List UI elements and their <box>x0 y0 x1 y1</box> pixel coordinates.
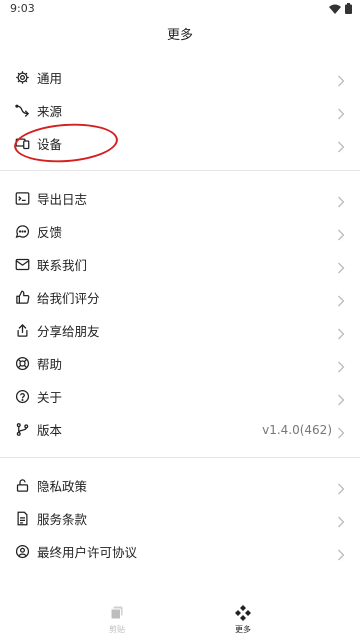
document-icon <box>14 511 30 527</box>
chevron-right-icon <box>337 105 345 119</box>
diamond-grid-icon <box>213 605 273 621</box>
menu-item-help[interactable]: 帮助 <box>0 347 360 380</box>
menu-item-eula[interactable]: 最终用户许可协议 <box>0 535 360 568</box>
menu-item-feedback[interactable]: 反馈 <box>0 215 360 248</box>
menu-item-label: 版本 <box>37 423 63 438</box>
share-icon <box>14 323 30 339</box>
chevron-right-icon <box>337 259 345 273</box>
chevron-right-icon <box>337 292 345 306</box>
menu-item-label: 反馈 <box>37 225 63 240</box>
menu-item-source[interactable]: 来源 <box>0 94 360 127</box>
chat-bubble-icon <box>14 224 30 240</box>
user-circle-icon <box>14 544 30 560</box>
menu-item-label: 最终用户许可协议 <box>37 545 138 560</box>
thumbs-up-icon <box>14 290 30 306</box>
gear-icon <box>14 70 30 86</box>
chevron-right-icon <box>337 226 345 240</box>
help-circle-icon <box>14 389 30 405</box>
menu-item-label: 给我们评分 <box>37 291 100 306</box>
section-divider <box>0 170 360 171</box>
menu-item-rate-us[interactable]: 给我们评分 <box>0 281 360 314</box>
status-bar: 9:03 <box>0 0 360 18</box>
menu-item-label: 帮助 <box>37 357 63 372</box>
clipboard-stack-icon <box>87 605 147 621</box>
lock-icon <box>14 478 30 494</box>
menu-item-share[interactable]: 分享给朋友 <box>0 314 360 347</box>
menu-item-label: 服务条款 <box>37 512 88 527</box>
page-title: 更多 <box>166 28 193 43</box>
menu-item-privacy-policy[interactable]: 隐私政策 <box>0 469 360 502</box>
tab-clipboard[interactable]: 剪贴 <box>87 605 147 635</box>
section-divider <box>0 457 360 458</box>
menu-item-contact-us[interactable]: 联系我们 <box>0 248 360 281</box>
status-time: 9:03 <box>10 2 35 15</box>
terminal-icon <box>14 191 30 207</box>
status-icons <box>329 3 352 14</box>
menu-item-label: 导出日志 <box>37 192 88 207</box>
menu-item-label: 隐私政策 <box>37 479 88 494</box>
menu-item-label: 联系我们 <box>37 258 88 273</box>
bottom-nav: 剪贴 更多 <box>0 600 360 641</box>
chevron-right-icon <box>337 325 345 339</box>
chevron-right-icon <box>337 480 345 494</box>
menu-item-label: 来源 <box>37 104 63 119</box>
battery-icon <box>345 3 352 14</box>
menu-item-label: 关于 <box>37 390 63 405</box>
menu-item-label: 分享给朋友 <box>37 324 100 339</box>
version-value: v1.4.0(462) <box>262 422 332 437</box>
chevron-right-icon <box>337 546 345 560</box>
chevron-right-icon <box>337 358 345 372</box>
menu-item-label: 通用 <box>37 71 63 86</box>
wifi-icon <box>329 4 341 14</box>
menu-item-general[interactable]: 通用 <box>0 61 360 94</box>
chevron-right-icon <box>337 138 345 152</box>
lifebuoy-icon <box>14 356 30 372</box>
tab-label: 更多 <box>235 625 251 634</box>
mail-icon <box>14 257 30 273</box>
git-branch-icon <box>14 422 30 438</box>
menu-item-version[interactable]: 版本 v1.4.0(462) <box>0 413 360 446</box>
menu-item-about[interactable]: 关于 <box>0 380 360 413</box>
menu-item-export-logs[interactable]: 导出日志 <box>0 182 360 215</box>
chevron-right-icon <box>337 424 345 438</box>
chevron-right-icon <box>337 193 345 207</box>
source-icon <box>14 103 30 119</box>
chevron-right-icon <box>337 513 345 527</box>
chevron-right-icon <box>337 391 345 405</box>
menu-item-terms-of-service[interactable]: 服务条款 <box>0 502 360 535</box>
chevron-right-icon <box>337 72 345 86</box>
tab-label: 剪贴 <box>109 625 125 634</box>
tab-more[interactable]: 更多 <box>213 605 273 635</box>
